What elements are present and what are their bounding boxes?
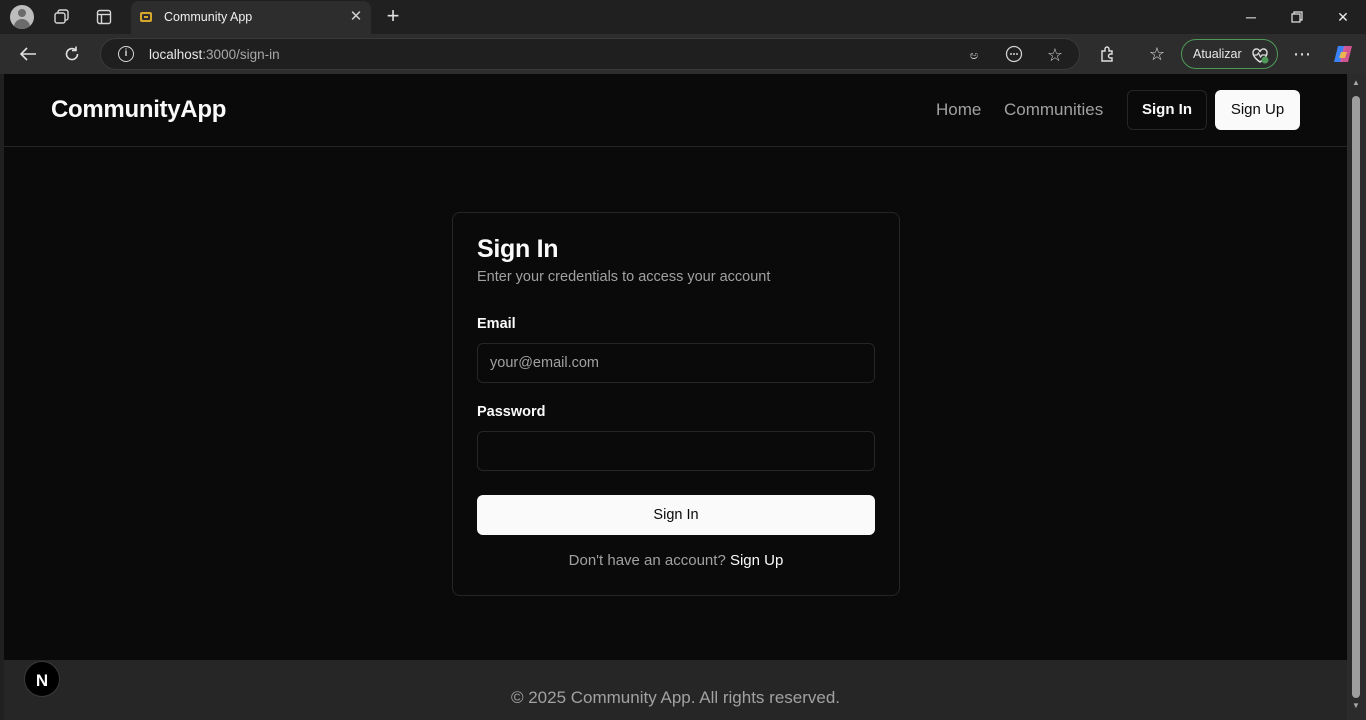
tab-community-app[interactable]: Community App ✕ bbox=[131, 1, 371, 34]
password-label: Password bbox=[477, 404, 546, 420]
update-button[interactable]: Atualizar bbox=[1181, 39, 1278, 69]
card-description: Enter your credentials to access your ac… bbox=[477, 269, 771, 285]
favorite-star-icon[interactable]: ☆ bbox=[1045, 45, 1065, 65]
scroll-up-icon[interactable]: ▲ bbox=[1351, 79, 1361, 87]
copilot-icon[interactable] bbox=[1330, 42, 1356, 66]
scroll-down-icon[interactable]: ▼ bbox=[1351, 702, 1361, 710]
translate-icon[interactable]: ಅ bbox=[964, 45, 984, 65]
password-field[interactable] bbox=[477, 431, 875, 471]
site-footer: © 2025 Community App. All rights reserve… bbox=[4, 660, 1347, 720]
sign-up-link[interactable]: Sign Up bbox=[730, 552, 783, 569]
more-options-icon[interactable]: ⋯ bbox=[1289, 42, 1315, 66]
card-title: Sign In bbox=[477, 235, 559, 263]
svg-text:N: N bbox=[36, 671, 48, 690]
new-tab-button[interactable]: + bbox=[381, 5, 405, 29]
close-window-icon[interactable]: ✕ bbox=[1329, 5, 1357, 29]
restore-icon[interactable] bbox=[1283, 5, 1311, 29]
site-info-icon[interactable]: i bbox=[118, 46, 134, 62]
tracking-prevention-icon[interactable] bbox=[1004, 45, 1024, 65]
browser-window: Community App ✕ + ─ ✕ i localhost:3000/s… bbox=[0, 0, 1366, 720]
extensions-icon[interactable] bbox=[1095, 42, 1121, 66]
header-sign-in-button[interactable]: Sign In bbox=[1127, 90, 1207, 130]
copyright-text: © 2025 Community App. All rights reserve… bbox=[510, 688, 841, 707]
site-logo[interactable]: CommunityApp bbox=[51, 96, 226, 124]
sign-up-prompt-text: Don't have an account? bbox=[568, 552, 726, 569]
nextjs-n-icon: N bbox=[36, 671, 48, 690]
tab-strip: Community App ✕ + ─ ✕ bbox=[0, 0, 1366, 34]
sign-up-prompt: Don't have an account? Sign Up bbox=[453, 552, 899, 569]
page-scrollbar[interactable]: ▲ ▼ bbox=[1347, 74, 1366, 720]
scroll-thumb[interactable] bbox=[1352, 96, 1360, 698]
nextjs-dev-badge[interactable]: N bbox=[24, 661, 60, 697]
profile-avatar[interactable] bbox=[10, 5, 34, 29]
workspaces-icon[interactable] bbox=[49, 5, 75, 29]
address-bar[interactable]: i localhost:3000/sign-in ಅ ☆ bbox=[100, 38, 1080, 70]
page-viewport: CommunityApp Home Communities Sign In Si… bbox=[4, 74, 1347, 720]
sign-in-card: Sign In Enter your credentials to access… bbox=[452, 212, 900, 596]
favicon-icon bbox=[140, 12, 152, 22]
health-heart-icon bbox=[1252, 48, 1269, 64]
minimize-icon[interactable]: ─ bbox=[1237, 5, 1265, 29]
email-label: Email bbox=[477, 316, 516, 332]
favorites-icon[interactable]: ☆ bbox=[1144, 42, 1170, 66]
refresh-icon[interactable] bbox=[59, 42, 85, 66]
site-header: CommunityApp Home Communities Sign In Si… bbox=[4, 74, 1347, 147]
header-sign-up-button[interactable]: Sign Up bbox=[1215, 90, 1300, 130]
close-tab-icon[interactable]: ✕ bbox=[347, 8, 365, 26]
tab-title: Community App bbox=[164, 10, 253, 24]
browser-toolbar: i localhost:3000/sign-in ಅ ☆ ☆ Atualizar… bbox=[0, 34, 1366, 74]
nav-home-link[interactable]: Home bbox=[936, 100, 981, 120]
vertical-tabs-icon[interactable] bbox=[91, 5, 117, 29]
sign-in-submit-button[interactable]: Sign In bbox=[477, 495, 875, 535]
url-text: localhost:3000/sign-in bbox=[149, 47, 280, 62]
email-field[interactable] bbox=[477, 343, 875, 383]
back-arrow-icon[interactable] bbox=[15, 42, 41, 66]
nav-communities-link[interactable]: Communities bbox=[1004, 100, 1103, 120]
